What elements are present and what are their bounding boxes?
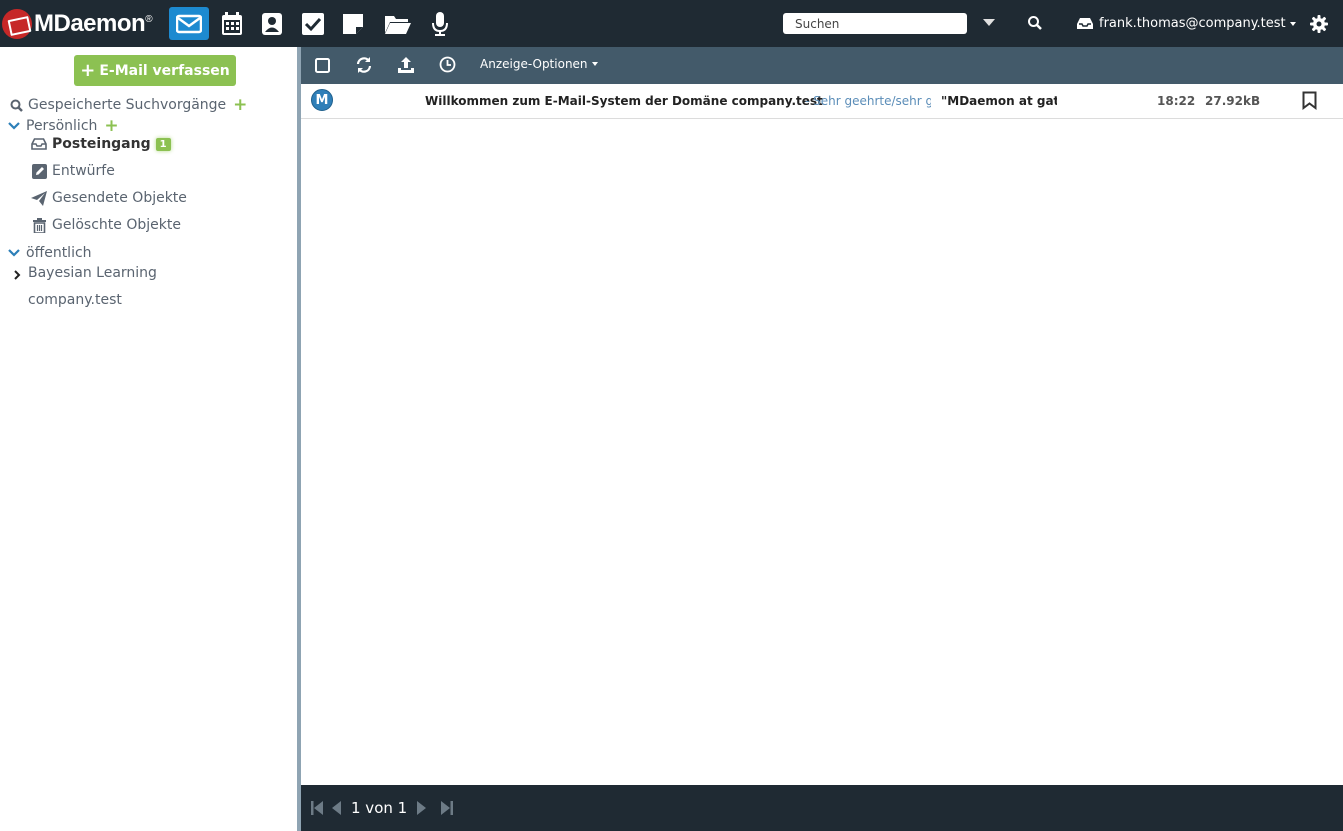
bookmark-icon <box>1302 91 1317 110</box>
view-options-label: Anzeige-Optionen <box>480 57 588 71</box>
nav-notes-button[interactable] <box>333 7 373 40</box>
upload-icon <box>398 57 414 73</box>
sidebar-item-deleted[interactable]: Gelöschte Objekte <box>30 217 181 233</box>
nav-tasks-button[interactable] <box>293 7 333 40</box>
chevron-right-icon <box>14 269 24 280</box>
sidebar-group-label: öffentlich <box>26 245 92 261</box>
first-page-icon <box>311 801 323 815</box>
contacts-icon <box>262 12 282 35</box>
nav-voice-button[interactable] <box>420 7 460 40</box>
nav-contacts-button[interactable] <box>252 7 292 40</box>
nav-mail-button[interactable] <box>169 7 209 40</box>
bookmark-button[interactable] <box>1302 91 1317 113</box>
chevron-down-icon <box>8 249 22 257</box>
settings-button[interactable] <box>1310 15 1328 37</box>
sidebar-item-sent[interactable]: Gesendete Objekte <box>30 190 187 206</box>
edit-icon <box>30 163 48 179</box>
sidebar-group-personal[interactable]: Persönlich + <box>8 116 119 136</box>
sidebar-item-inbox[interactable]: Posteingang 1 <box>30 136 171 152</box>
message-sender: "MDaemon at gateway" <box>941 94 1057 108</box>
prev-page-button[interactable] <box>332 801 341 815</box>
sender-avatar: M <box>311 89 333 111</box>
logo: MDaemon® <box>0 9 153 39</box>
search-icon <box>8 99 24 112</box>
account-caret-icon <box>1289 21 1296 26</box>
checkbox-icon <box>315 58 330 73</box>
plus-icon: + <box>80 60 96 81</box>
sidebar-item-saved-searches[interactable]: Gespeicherte Suchvorgänge + <box>8 95 247 115</box>
inbox-icon <box>30 138 48 150</box>
sidebar-item-domain[interactable]: company.test <box>28 292 122 308</box>
page-indicator: 1 von 1 <box>351 799 408 817</box>
sidebar-item-label: Posteingang <box>52 136 151 152</box>
trash-icon <box>30 217 48 233</box>
compose-label: E-Mail verfassen <box>99 62 230 79</box>
history-button[interactable] <box>439 56 456 73</box>
sidebar-group-label: Persönlich <box>26 118 98 134</box>
top-bar: MDaemon® frank.thomas@company.test <box>0 0 1343 47</box>
sidebar-item-bayesian[interactable]: Bayesian Learning <box>14 265 157 281</box>
next-page-button[interactable] <box>417 801 427 815</box>
message-size: 27.92kB <box>1205 94 1261 108</box>
search-icon <box>1028 16 1042 30</box>
last-page-button[interactable] <box>441 801 454 815</box>
sidebar-item-label: Gesendete Objekte <box>52 190 187 206</box>
prev-page-icon <box>332 801 341 815</box>
sidebar-item-label: Bayesian Learning <box>28 265 157 281</box>
sidebar-group-public[interactable]: öffentlich <box>8 245 92 261</box>
search-button[interactable] <box>1027 15 1043 35</box>
brand-name: MDaemon <box>34 10 146 37</box>
sidebar: + E-Mail verfassen Gespeicherte Suchvorg… <box>0 47 297 831</box>
logo-mail-icon <box>2 9 32 39</box>
inbox-tray-icon <box>1077 18 1093 29</box>
message-row[interactable]: M Willkommen zum E-Mail-System der Domän… <box>301 84 1343 119</box>
message-time: 18:22 <box>1157 94 1196 108</box>
search-input[interactable] <box>783 13 967 34</box>
account-email: frank.thomas@company.test <box>1099 16 1286 31</box>
last-page-icon <box>441 801 454 815</box>
sidebar-item-label: company.test <box>28 292 122 308</box>
sidebar-item-drafts[interactable]: Entwürfe <box>30 163 115 179</box>
first-page-button[interactable] <box>311 801 323 815</box>
chevron-down-icon <box>8 122 22 130</box>
message-list-pane: Anzeige-Optionen M Willkommen zum E-Mail… <box>301 47 1343 831</box>
select-all-checkbox[interactable] <box>315 58 330 73</box>
account-menu[interactable]: frank.thomas@company.test <box>1076 16 1296 31</box>
compose-button[interactable]: + E-Mail verfassen <box>74 55 236 86</box>
pagination-bar: 1 von 1 <box>301 785 1343 831</box>
sidebar-item-label: Entwürfe <box>52 163 115 179</box>
send-icon <box>30 190 48 206</box>
mail-icon <box>176 14 202 33</box>
gear-icon <box>1310 15 1328 33</box>
notes-icon <box>343 13 363 34</box>
next-page-icon <box>417 801 427 815</box>
caret-down-icon <box>591 62 598 66</box>
sidebar-item-label: Gelöschte Objekte <box>52 217 181 233</box>
add-folder-icon[interactable]: + <box>104 116 118 136</box>
calendar-icon <box>222 11 242 35</box>
documents-icon <box>385 15 411 34</box>
upload-button[interactable] <box>397 56 415 74</box>
search-options-dropdown[interactable] <box>983 19 995 26</box>
nav-calendar-button[interactable] <box>212 7 252 40</box>
refresh-button[interactable] <box>355 56 373 74</box>
refresh-icon <box>356 57 372 73</box>
clock-icon <box>439 56 456 73</box>
nav-documents-button[interactable] <box>378 7 418 40</box>
sidebar-item-label: Gespeicherte Suchvorgänge <box>28 97 227 113</box>
message-subject: Willkommen zum E-Mail-System der Domäne … <box>425 94 823 108</box>
view-options-dropdown[interactable]: Anzeige-Optionen <box>480 57 598 71</box>
message-preview: - Sehr geehrte/sehr geehrter <box>805 94 931 108</box>
message-toolbar: Anzeige-Optionen <box>301 47 1343 84</box>
add-saved-search-icon[interactable]: + <box>233 95 247 115</box>
brand-mark: ® <box>145 14 153 25</box>
microphone-icon <box>432 11 448 36</box>
unread-badge: 1 <box>155 137 171 151</box>
tasks-icon <box>302 12 324 35</box>
